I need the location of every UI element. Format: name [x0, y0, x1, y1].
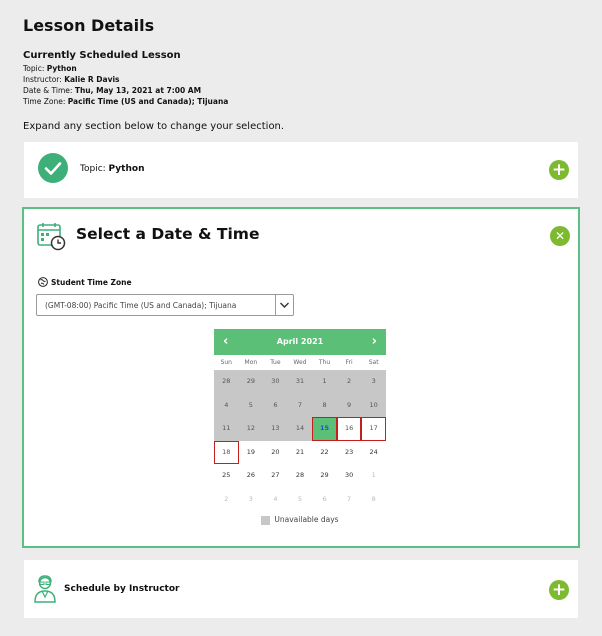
weekday-label: Mon — [244, 359, 258, 366]
calendar-day: 4 — [214, 393, 239, 417]
calendar-day[interactable]: 21 — [287, 440, 313, 464]
calendar-day: 2 — [214, 487, 239, 511]
calendar-day[interactable]: 18 — [214, 440, 239, 464]
instructor-expand-button[interactable]: + — [549, 580, 569, 600]
calendar-day[interactable]: 22 — [312, 440, 337, 464]
calendar-clock-icon — [36, 221, 66, 255]
scheduled-heading: Currently Scheduled Lesson — [23, 50, 181, 61]
weekday-label: Sat — [368, 359, 379, 366]
expand-note: Expand any section below to change your … — [23, 121, 285, 132]
page-title: Lesson Details — [23, 16, 155, 35]
calendar-month: April 2021 — [276, 337, 324, 346]
scheduled-timezone: Time Zone: Pacific Time (US and Canada);… — [23, 97, 229, 106]
unavailable-swatch — [261, 515, 271, 525]
topic-section-label: Topic: Python — [80, 164, 145, 174]
calendar-day: 5 — [238, 393, 264, 417]
close-icon: ✕ — [554, 229, 566, 243]
calendar-header: ‹ April 2021 › — [214, 329, 386, 355]
calendar-day[interactable]: 25 — [214, 464, 239, 488]
weekday-label: Fri — [345, 359, 353, 366]
instructor-section[interactable]: Schedule by Instructor + — [24, 560, 578, 618]
chevron-down-icon[interactable] — [275, 295, 293, 315]
calendar-legend: Unavailable days — [214, 515, 386, 525]
calendar-day: 14 — [287, 417, 313, 441]
calendar-day: 29 — [238, 370, 264, 394]
plus-icon: + — [551, 580, 567, 600]
calendar-day: 7 — [336, 487, 362, 511]
calendar-day: 5 — [287, 487, 313, 511]
instructor-section-label: Schedule by Instructor — [64, 584, 180, 594]
calendar-day[interactable]: 17 — [361, 417, 386, 441]
calendar-day[interactable]: 28 — [287, 464, 313, 488]
calendar-day: 28 — [214, 370, 239, 394]
scheduled-topic: Topic: Python — [23, 64, 77, 73]
timezone-select-value: (GMT-08:00) Pacific Time (US and Canada)… — [45, 301, 237, 310]
globe-icon — [38, 277, 48, 289]
calendar-day: 6 — [263, 393, 288, 417]
calendar-day[interactable]: 23 — [336, 440, 362, 464]
weekday-label: Thu — [318, 359, 331, 366]
calendar-day: 1 — [361, 464, 386, 488]
scheduled-datetime: Date & Time: Thu, May 13, 2021 at 7:00 A… — [23, 86, 202, 95]
instructor-icon — [32, 574, 58, 608]
timezone-select[interactable]: (GMT-08:00) Pacific Time (US and Canada)… — [36, 294, 294, 316]
calendar-day[interactable]: 15 — [312, 417, 337, 441]
scheduled-instructor: Instructor: Kalie R Davis — [23, 75, 120, 84]
calendar-day: 1 — [312, 370, 337, 394]
calendar-day: 12 — [238, 417, 264, 441]
calendar-day[interactable]: 20 — [263, 440, 288, 464]
calendar-day[interactable]: 27 — [263, 464, 288, 488]
next-month-button[interactable]: › — [372, 334, 377, 349]
calendar-day: 7 — [287, 393, 313, 417]
calendar-day: 31 — [287, 370, 313, 394]
calendar-day[interactable]: 19 — [238, 440, 264, 464]
calendar-weekdays: Sun Mon Tue Wed Thu Fri Sat — [214, 355, 386, 370]
calendar-day[interactable]: 24 — [361, 440, 386, 464]
calendar-day: 6 — [312, 487, 337, 511]
plus-icon: + — [551, 160, 567, 180]
calendar-grid: 28 29 30 31 1 2 3 4 5 6 7 8 9 10 11 12 13 14 15 16 17 18 19 20 2… — [214, 370, 386, 511]
timezone-label: Student Time Zone — [38, 277, 132, 289]
calendar-day: 13 — [263, 417, 288, 441]
calendar-day: 10 — [361, 393, 386, 417]
calendar-day: 4 — [263, 487, 288, 511]
calendar: ‹ April 2021 › Sun Mon Tue Wed Thu Fri Sat 28 2… — [214, 329, 386, 525]
weekday-label: Sun — [220, 359, 232, 366]
calendar-day[interactable]: 16 — [336, 417, 362, 441]
calendar-day: 2 — [336, 370, 362, 394]
datetime-section-title: Select a Date & Time — [76, 225, 260, 243]
calendar-day: 3 — [238, 487, 264, 511]
calendar-day[interactable]: 29 — [312, 464, 337, 488]
calendar-day: 9 — [336, 393, 362, 417]
topic-section[interactable]: Topic: Python + — [24, 142, 578, 198]
topic-expand-button[interactable]: + — [549, 160, 569, 180]
calendar-day[interactable]: 26 — [238, 464, 264, 488]
datetime-section: Select a Date & Time ✕ Student Time Zone… — [22, 207, 580, 548]
weekday-label: Tue — [270, 359, 281, 366]
calendar-day: 3 — [361, 370, 386, 394]
check-icon — [38, 153, 68, 183]
weekday-label: Wed — [293, 359, 307, 366]
datetime-close-button[interactable]: ✕ — [550, 226, 570, 246]
calendar-day[interactable]: 30 — [336, 464, 362, 488]
calendar-day: 30 — [263, 370, 288, 394]
calendar-day: 8 — [361, 487, 386, 511]
calendar-day: 11 — [214, 417, 239, 441]
calendar-day: 8 — [312, 393, 337, 417]
